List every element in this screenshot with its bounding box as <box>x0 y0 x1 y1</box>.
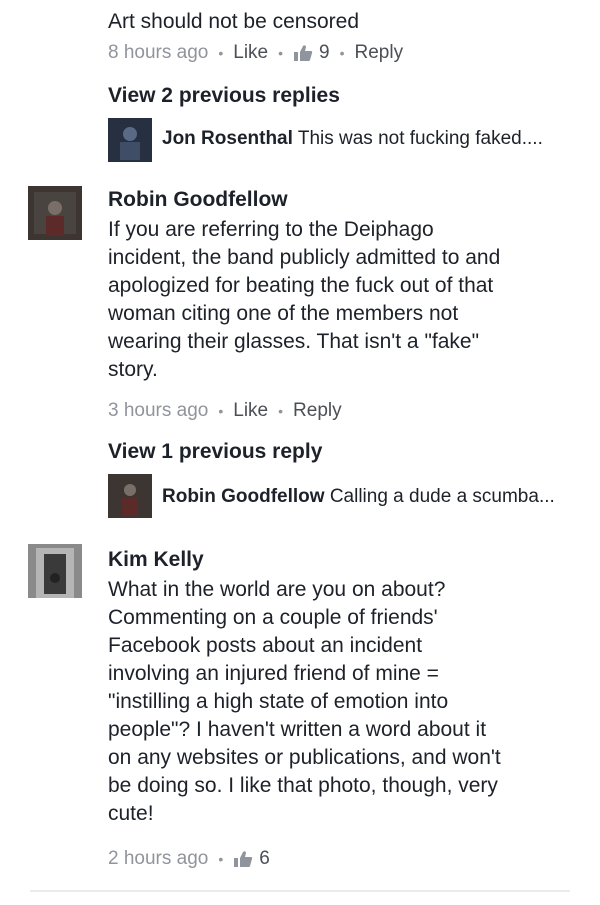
comment-meta: 3 hours ago • Like • Reply <box>108 400 342 422</box>
separator-dot: • <box>339 45 345 61</box>
avatar-image <box>108 474 152 518</box>
avatar[interactable] <box>28 186 82 240</box>
timestamp: 3 hours ago <box>108 400 209 421</box>
comment-line: Facebook posts about an incident <box>108 634 423 657</box>
reply-preview[interactable]: Robin Goodfellow Calling a dude a scumba… <box>162 486 582 508</box>
separator-dot: • <box>278 45 284 61</box>
comment-line: be doing so. I like that photo, though, … <box>108 774 498 797</box>
comment-line: What in the world are you on about? <box>108 578 446 601</box>
comment-line: woman citing one of the members not <box>108 302 459 325</box>
comment-line: people"? I haven't written a word about … <box>108 718 487 741</box>
comment-author[interactable]: Robin Goodfellow <box>108 188 288 212</box>
like-count-value: 6 <box>259 848 270 869</box>
like-count-value: 9 <box>319 42 330 63</box>
separator-dot: • <box>278 403 284 419</box>
like-count: 9 <box>293 42 330 64</box>
thumbs-up-icon <box>234 851 253 867</box>
comment-line: story. <box>108 358 158 381</box>
thumbs-up-icon <box>294 45 313 61</box>
timestamp: 2 hours ago <box>108 848 209 869</box>
avatar-image <box>28 544 82 598</box>
comment-line: cute! <box>108 802 154 825</box>
timestamp: 8 hours ago <box>108 42 209 63</box>
comment-meta: 2 hours ago • 6 <box>108 848 270 870</box>
comment-author[interactable]: Kim Kelly <box>108 548 204 572</box>
comment-line: wearing their glasses. That isn't a "fak… <box>108 330 480 353</box>
reply-preview[interactable]: Jon Rosenthal This was not fucking faked… <box>162 128 582 150</box>
like-button[interactable]: Like <box>233 400 268 422</box>
view-previous-replies[interactable]: View 1 previous reply <box>108 440 322 464</box>
comment-line: involving an injured friend of mine = <box>108 662 439 685</box>
like-count: 6 <box>233 848 270 870</box>
comment-line: If you are referring to the Deiphago <box>108 218 434 241</box>
reply-button[interactable]: Reply <box>293 400 342 422</box>
reply-button[interactable]: Reply <box>355 42 404 64</box>
reply-snippet: This was not fucking faked.... <box>297 128 543 149</box>
avatar[interactable] <box>108 118 152 162</box>
comment-line: on any websites or publications, and won… <box>108 746 501 769</box>
comment-line: "instilling a high state of emotion into <box>108 690 449 713</box>
divider <box>30 890 570 892</box>
separator-dot: • <box>218 851 224 867</box>
avatar-image <box>108 118 152 162</box>
reply-snippet: Calling a dude a scumba... <box>329 486 555 507</box>
reply-author[interactable]: Jon Rosenthal <box>162 128 293 149</box>
separator-dot: • <box>218 403 224 419</box>
comment-meta: 8 hours ago • Like • 9 • Reply <box>108 42 403 64</box>
comment-text: What in the world are you on about? Comm… <box>108 576 588 828</box>
like-button[interactable]: Like <box>233 42 268 64</box>
comment-line: Commenting on a couple of friends' <box>108 606 438 629</box>
comment-line: apologized for beating the fuck out of t… <box>108 274 494 297</box>
comment-line: incident, the band publicly admitted to … <box>108 246 501 269</box>
comment-text: If you are referring to the Deiphago inc… <box>108 216 578 384</box>
avatar-image <box>28 186 82 240</box>
reply-author[interactable]: Robin Goodfellow <box>162 486 325 507</box>
avatar[interactable] <box>28 544 82 598</box>
comment-text: Art should not be censored <box>108 10 359 33</box>
separator-dot: • <box>218 45 224 61</box>
avatar[interactable] <box>108 474 152 518</box>
view-previous-replies[interactable]: View 2 previous replies <box>108 84 340 108</box>
